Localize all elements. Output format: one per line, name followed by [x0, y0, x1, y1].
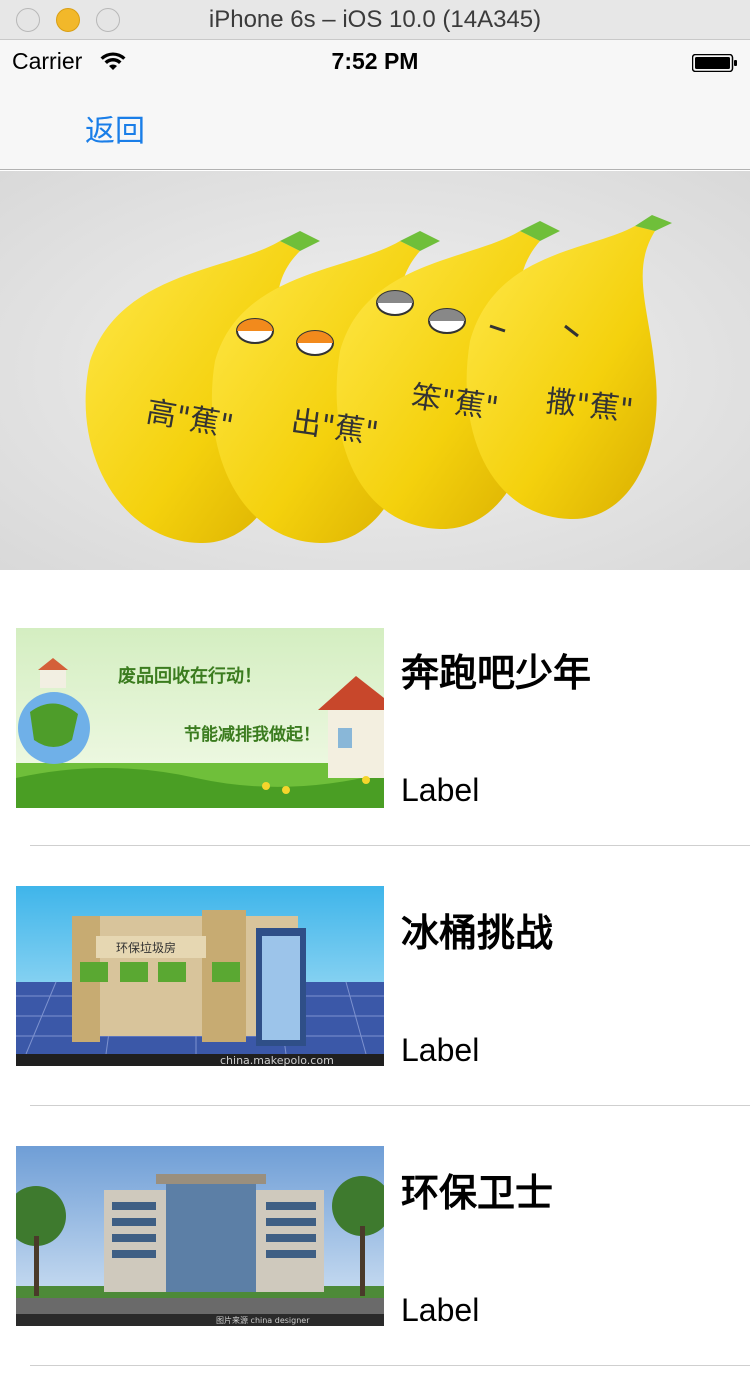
back-button[interactable]: 返回 — [85, 106, 145, 150]
banana-characters-image: 高"蕉" 出"蕉" 笨"蕉" 撒"蕉" — [0, 171, 750, 570]
poster-text-1: 废品回收在行动！ — [118, 665, 262, 687]
row-title: 环保卫士 — [401, 1173, 554, 1215]
simulator-titlebar: iPhone 6s – iOS 10.0 (14A345) — [0, 0, 750, 40]
list-item[interactable]: 废品回收在行动！ 节能减排我做起！ 奔跑吧少年 Label — [0, 570, 750, 846]
status-bar: Carrier 7:52 PM — [0, 40, 750, 82]
office-building-image: 图片来源 china designer — [16, 1146, 384, 1326]
navigation-bar: 返回 — [0, 82, 750, 170]
battery-icon — [692, 54, 737, 72]
row-label: Label — [401, 1032, 480, 1068]
recycling-kiosk-image: 环保垃圾房 china.makepolo.com — [16, 886, 384, 1066]
row-thumbnail: 废品回收在行动！ 节能减排我做起！ — [16, 628, 384, 808]
row-thumbnail: 环保垃圾房 china.makepolo.com — [16, 886, 384, 1066]
row-label: Label — [401, 772, 480, 808]
row-separator — [30, 1365, 750, 1366]
list-item[interactable]: 环保垃圾房 china.makepolo.com 冰桶挑战 Label — [0, 830, 750, 1106]
row-title: 冰桶挑战 — [401, 913, 554, 955]
kiosk-text: 环保垃圾房 — [116, 940, 176, 955]
list-item[interactable]: 图片来源 china designer 环保卫士 Label — [0, 1090, 750, 1366]
row-label: Label — [401, 1292, 480, 1328]
row-thumbnail: 图片来源 china designer — [16, 1146, 384, 1326]
status-time: 7:52 PM — [331, 48, 419, 74]
row-title: 奔跑吧少年 — [401, 653, 592, 695]
poster-text-2: 节能减排我做起！ — [184, 724, 320, 745]
banner-image: 高"蕉" 出"蕉" 笨"蕉" 撒"蕉" — [0, 171, 750, 570]
building-watermark: 图片来源 china designer — [216, 1315, 310, 1325]
recycling-poster-image: 废品回收在行动！ 节能减排我做起！ — [16, 628, 384, 808]
simulator-title: iPhone 6s – iOS 10.0 (14A345) — [208, 6, 542, 33]
item-list: 废品回收在行动！ 节能减排我做起！ 奔跑吧少年 Label 环保垃圾房 chin… — [0, 570, 750, 1378]
kiosk-watermark: china.makepolo.com — [220, 1054, 334, 1066]
